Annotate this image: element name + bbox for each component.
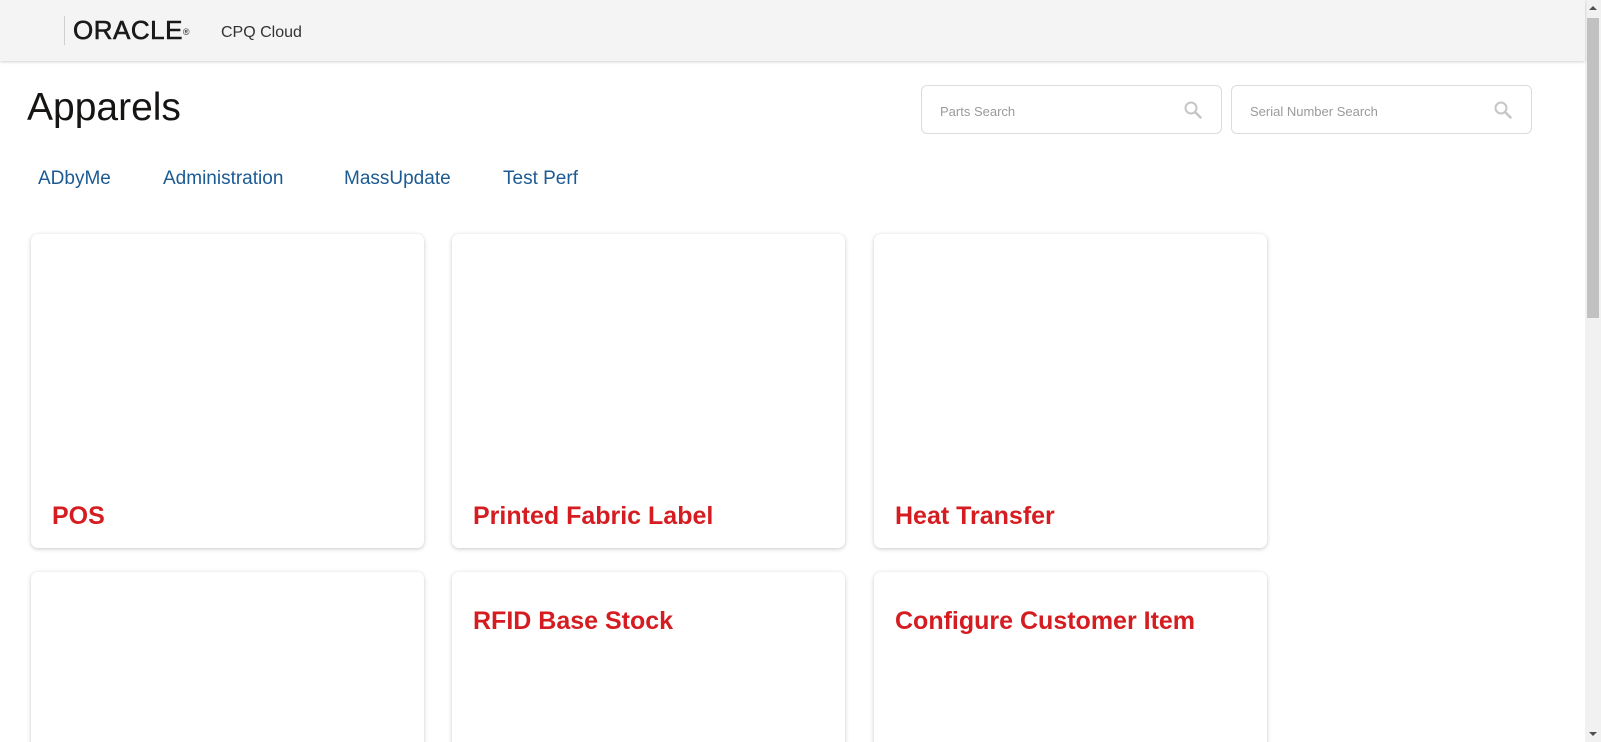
- serial-number-search-box: [1231, 85, 1532, 134]
- parts-search-input[interactable]: [938, 100, 1172, 122]
- header-divider: [64, 16, 65, 45]
- registered-mark: ®: [182, 27, 191, 37]
- product-name: CPQ Cloud: [221, 24, 302, 41]
- nav-link-test-perf[interactable]: Test Perf: [503, 168, 578, 190]
- card-title: Printed Fabric Label: [473, 502, 714, 530]
- oracle-logo[interactable]: ORACLE®: [73, 15, 191, 45]
- product-card-pos[interactable]: POS: [31, 234, 424, 548]
- vertical-scrollbar[interactable]: [1585, 0, 1601, 742]
- scroll-up-arrow-icon[interactable]: [1585, 0, 1601, 16]
- scrollbar-thumb[interactable]: [1587, 18, 1599, 318]
- search-icon[interactable]: [1183, 100, 1203, 120]
- nav-link-administration[interactable]: Administration: [163, 168, 283, 190]
- nav-link-massupdate[interactable]: MassUpdate: [344, 168, 451, 190]
- page-title: Apparels: [27, 86, 181, 129]
- page: ORACLE® CPQ Cloud Apparels ADbyMe Admini…: [0, 0, 1601, 742]
- card-title: POS: [52, 502, 105, 530]
- product-card-untitled[interactable]: [31, 572, 424, 742]
- product-card-configure-customer-item[interactable]: Configure Customer Item: [874, 572, 1267, 742]
- card-title: RFID Base Stock: [473, 607, 674, 635]
- search-icon[interactable]: [1493, 100, 1513, 120]
- nav-link-adbyme[interactable]: ADbyMe: [38, 168, 111, 190]
- card-title: Configure Customer Item: [895, 607, 1196, 635]
- product-card-printed-fabric-label[interactable]: Printed Fabric Label: [452, 234, 845, 548]
- product-card-rfid-base-stock[interactable]: RFID Base Stock: [452, 572, 845, 742]
- app-header: ORACLE® CPQ Cloud: [0, 0, 1585, 61]
- parts-search-box: [921, 85, 1222, 134]
- product-card-heat-transfer[interactable]: Heat Transfer: [874, 234, 1267, 548]
- scroll-down-arrow-icon[interactable]: [1585, 726, 1601, 742]
- serial-number-search-input[interactable]: [1248, 100, 1482, 122]
- oracle-logo-text: ORACLE: [73, 15, 183, 45]
- card-title: Heat Transfer: [895, 502, 1055, 530]
